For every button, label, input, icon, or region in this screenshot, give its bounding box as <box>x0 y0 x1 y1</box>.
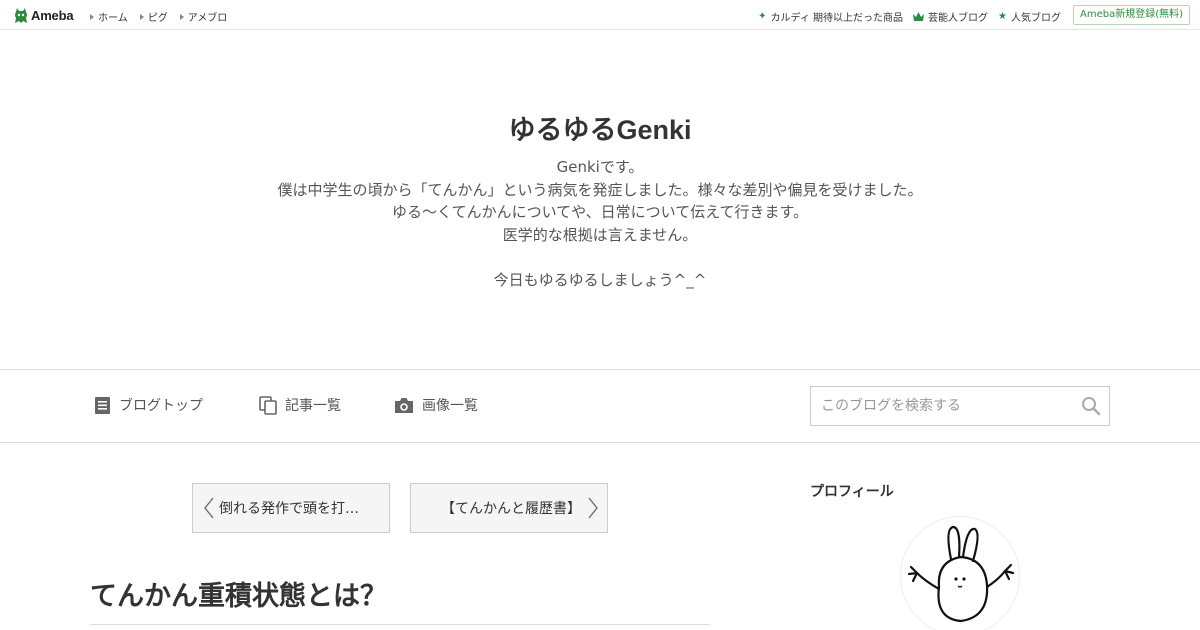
copy-icon <box>259 395 277 415</box>
description-line: 医学的な根拠は言えません。 <box>502 225 698 244</box>
description-line: 今日もゆるゆるしましょう^_^ <box>493 270 707 289</box>
trending-link-popular[interactable]: ★ 人気ブログ <box>998 9 1061 24</box>
blog-description: Genkiです。 僕は中学生の頃から「てんかん」という病気を発症しました。様々な… <box>0 156 1200 291</box>
logo-text: Ameba <box>31 7 74 23</box>
blog-title[interactable]: ゆるゆるGenki <box>0 108 1200 147</box>
nav-blog-top[interactable]: ブログトップ <box>94 395 203 415</box>
nav-link-home[interactable]: ホーム <box>90 9 128 24</box>
document-icon <box>95 396 110 414</box>
next-entry-label: 【てんかんと履歴書】 <box>441 501 581 517</box>
ameba-logo[interactable]: Ameba <box>14 6 74 24</box>
search-icon[interactable] <box>1081 396 1101 416</box>
crown-icon <box>913 12 925 21</box>
sparkle-icon: ✦ <box>758 10 767 22</box>
profile-avatar[interactable] <box>900 516 1020 630</box>
nav-item-label: 画像一覧 <box>422 398 478 414</box>
nav-link-label: アメブロ <box>187 13 228 24</box>
divider <box>90 624 710 625</box>
prev-entry-label: 倒れる発作で頭を打… <box>219 501 359 517</box>
nav-link-ameblo[interactable]: アメブロ <box>179 9 228 24</box>
next-entry-button[interactable]: 【てんかんと履歴書】 <box>410 483 608 533</box>
description-line: 僕は中学生の頃から「てんかん」という病気を発症しました。様々な差別や偏見を受けま… <box>277 180 923 199</box>
profile-heading: プロフィール <box>810 484 894 500</box>
nav-item-label: 記事一覧 <box>285 398 341 414</box>
trending-links: ✦ カルディ 期待以上だった商品 芸能人ブログ ★ 人気ブログ <box>758 9 1061 24</box>
blog-search <box>810 386 1110 426</box>
trending-link-label: 芸能人ブログ <box>928 13 989 24</box>
triangle-right-icon <box>179 13 184 20</box>
description-line <box>0 246 1200 269</box>
trending-link-celebrity[interactable]: 芸能人ブログ <box>913 9 988 24</box>
nav-item-label: ブログトップ <box>119 398 203 414</box>
nav-image-list[interactable]: 画像一覧 <box>394 395 478 415</box>
global-header: Ameba ホーム ピグ アメブロ ✦ カルディ 期待以上だった商品 芸能人ブロ… <box>0 0 1200 30</box>
global-nav: ホーム ピグ アメブロ <box>90 9 227 24</box>
nav-link-pigg[interactable]: ピグ <box>139 9 168 24</box>
trending-link-label: 人気ブログ <box>1011 13 1061 24</box>
star-icon: ★ <box>998 10 1007 22</box>
triangle-right-icon <box>139 13 144 20</box>
nav-link-label: ホーム <box>98 13 128 24</box>
ameba-mascot-icon <box>15 8 27 23</box>
trending-link-label: カルディ 期待以上だった商品 <box>770 13 904 24</box>
description-line: ゆる〜くてんかんについてや、日常について伝えて行きます。 <box>392 203 808 221</box>
register-button[interactable]: Ameba新規登録(無料) <box>1072 5 1190 25</box>
chevron-right-icon <box>588 497 598 519</box>
triangle-right-icon <box>90 13 94 20</box>
prev-entry-button[interactable]: 倒れる発作で頭を打… <box>192 483 390 533</box>
blog-nav-bar: ブログトップ 記事一覧 画像一覧 <box>0 369 1200 443</box>
nav-link-label: ピグ <box>147 13 168 24</box>
article-title[interactable]: てんかん重積状態とは？ <box>90 574 387 613</box>
description-line: Genkiです。 <box>556 158 644 176</box>
chevron-left-icon <box>204 497 214 519</box>
nav-entry-list[interactable]: 記事一覧 <box>259 395 341 415</box>
rabbit-illustration-icon <box>907 525 1015 623</box>
search-input[interactable] <box>811 387 1071 425</box>
trending-link-kaldi[interactable]: ✦ カルディ 期待以上だった商品 <box>758 9 903 24</box>
camera-icon <box>395 397 413 413</box>
